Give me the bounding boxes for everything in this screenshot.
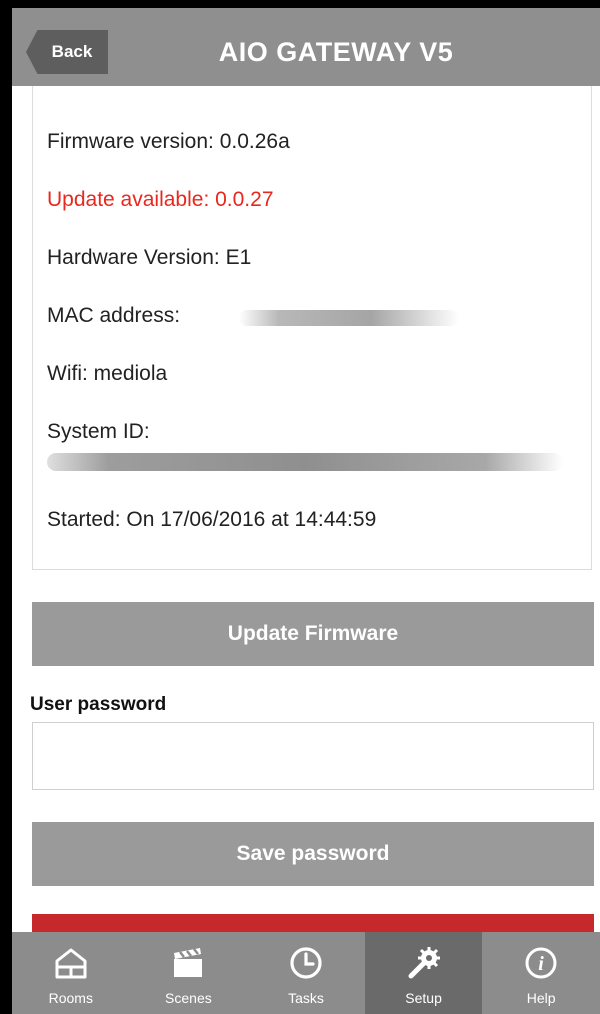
tab-label: Help — [526, 990, 556, 1006]
mac-address-redacted — [239, 310, 459, 326]
user-password-label: User password — [30, 694, 167, 715]
gateway-info-card: Firmware version: 0.0.26a Update availab… — [32, 86, 592, 570]
header-bar: Back AIO GATEWAY V5 — [12, 8, 600, 86]
tab-rooms[interactable]: Rooms — [12, 932, 130, 1014]
back-button[interactable]: Back — [26, 30, 108, 74]
bottom-tab-bar: Rooms Scenes Tasks Setup i Help — [12, 932, 600, 1014]
house-icon — [49, 942, 93, 984]
app-screen: Back AIO GATEWAY V5 Firmware version: 0.… — [12, 8, 600, 1014]
page-title: AIO GATEWAY V5 — [218, 36, 454, 67]
update-available-text: Update available: 0.0.27 — [47, 188, 274, 211]
tab-help[interactable]: i Help — [482, 932, 600, 1014]
tools-icon — [402, 942, 446, 984]
tab-label: Scenes — [165, 990, 212, 1006]
save-password-button[interactable]: Save password — [32, 822, 594, 886]
tab-label: Rooms — [48, 990, 93, 1006]
clock-icon — [284, 942, 328, 984]
tab-setup[interactable]: Setup — [364, 932, 483, 1014]
tab-tasks[interactable]: Tasks — [247, 932, 365, 1014]
hardware-version-text: Hardware Version: E1 — [47, 246, 252, 269]
wifi-text: Wifi: mediola — [47, 362, 168, 385]
mac-address-label: MAC address: — [47, 304, 181, 327]
svg-text:i: i — [538, 953, 544, 975]
tab-label: Setup — [405, 990, 442, 1006]
tab-label: Tasks — [288, 990, 324, 1006]
clapperboard-icon — [166, 942, 210, 984]
tab-scenes[interactable]: Scenes — [130, 932, 248, 1014]
info-icon: i — [519, 942, 563, 984]
update-firmware-button[interactable]: Update Firmware — [32, 602, 594, 666]
system-id-redacted — [47, 453, 563, 471]
started-text: Started: On 17/06/2016 at 14:44:59 — [47, 508, 377, 531]
system-id-label: System ID: — [47, 420, 150, 443]
user-password-input[interactable] — [32, 722, 594, 790]
firmware-version-text: Firmware version: 0.0.26a — [47, 130, 290, 153]
